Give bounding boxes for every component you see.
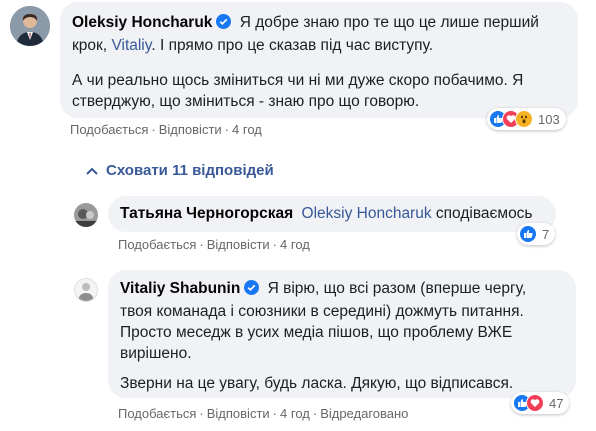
reactions-count: 7 (542, 226, 550, 242)
reply-button[interactable]: Відповісти (207, 406, 270, 421)
reactions-summary[interactable]: 7 (517, 223, 556, 245)
verified-badge-icon (244, 280, 260, 301)
reply-bubble: Vitaliy Shabunin Я вірю, що всі разом (в… (108, 270, 576, 398)
like-button[interactable]: Подобається (70, 122, 148, 137)
comment-text: Просто меседж в усих медіа пішов, що про… (120, 324, 513, 341)
chevron-up-icon (86, 167, 98, 175)
avatar-tatiana[interactable] (74, 203, 98, 227)
timestamp[interactable]: 4 год (280, 406, 310, 421)
edited-label[interactable]: Відредаговано (320, 406, 408, 421)
comment-author[interactable]: Татьяна Черногорская (120, 205, 293, 222)
comment-text: сподіваємось (435, 205, 533, 222)
reply-button[interactable]: Відповісти (207, 237, 270, 252)
like-button[interactable]: Подобається (118, 237, 196, 252)
hide-replies-toggle[interactable]: Сховати 11 відповідей (86, 162, 274, 179)
comment-text: А чи реально щось зміниться чи ні ми дуж… (72, 72, 524, 89)
reactions-summary[interactable]: 103 (487, 108, 566, 130)
comment-bubble: Oleksiy Honcharuk Я добре знаю про те що… (60, 2, 578, 118)
love-reaction-icon (526, 394, 544, 412)
avatar-oleksiy-honcharuk[interactable] (10, 6, 50, 46)
mention-link[interactable]: Vitaliy (111, 37, 151, 54)
reply-button[interactable]: Відповісти (159, 122, 222, 137)
comment-text: твоя команада і союзники в середині) дож… (120, 303, 524, 320)
comment-author[interactable]: Vitaliy Shabunin (120, 280, 240, 297)
mention-link[interactable]: Oleksiy Honcharuk (302, 205, 432, 222)
avatar-vitaliy-shabunin[interactable] (74, 278, 98, 302)
timestamp[interactable]: 4 год (232, 122, 262, 137)
like-button[interactable]: Подобається (118, 406, 196, 421)
verified-badge-icon (216, 14, 232, 35)
comment-text: крок, (72, 37, 108, 54)
comment-actions: Подобається · Відповісти · 4 год · Відредагова… (118, 406, 409, 421)
comment-text: Я вірю, що всі разом (вперше чергу, (267, 280, 527, 297)
reply-bubble: Татьяна Черногорская Oleksiy Honcharuk с… (108, 196, 556, 232)
reactions-count: 47 (549, 395, 564, 411)
comment-text: Я добре знаю про те що це лише перший (239, 14, 539, 31)
hide-replies-label: Сховати 11 відповідей (106, 162, 274, 179)
comment-text: вирішено. (120, 345, 192, 362)
wow-reaction-icon (515, 110, 533, 128)
comment-actions: Подобається · Відповісти · 4 год (118, 237, 310, 252)
reactions-summary[interactable]: 47 (511, 392, 570, 414)
comment-text: . І прямо про це сказав під час виступу. (151, 37, 434, 54)
portrait-icon (75, 279, 97, 301)
portrait-icon (10, 6, 50, 46)
comment-actions: Подобається · Відповісти · 4 год (70, 122, 262, 137)
comment-author[interactable]: Oleksiy Honcharuk (72, 14, 212, 31)
comment-text: Зверни на це увагу, будь ласка. Дякую, щ… (120, 375, 514, 392)
timestamp[interactable]: 4 год (280, 237, 310, 252)
photo-avatar-icon (74, 203, 98, 227)
reactions-count: 103 (538, 111, 560, 127)
like-reaction-icon (519, 225, 537, 243)
